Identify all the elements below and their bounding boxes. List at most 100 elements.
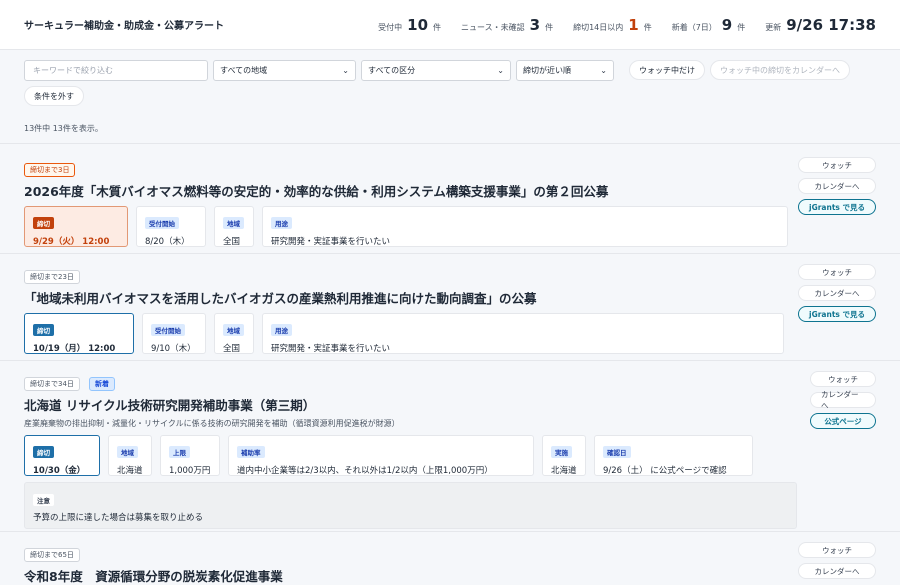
note-label: 注意: [33, 494, 54, 506]
grant-card: 締切まで23日 「地域未利用バイオマスを活用したバイオガスの産業熱利用推進に向け…: [24, 264, 884, 354]
add-to-calendar-button[interactable]: カレンダーへ: [798, 178, 876, 194]
watch-button[interactable]: ウォッチ: [798, 264, 876, 280]
box-label: 受付開始: [145, 217, 179, 229]
box-value: 9/26（土） に公式ページで確認: [603, 466, 727, 476]
start-date-box: 受付開始 9/10（木）: [142, 313, 206, 354]
box-value: 10/30（金）: [33, 466, 86, 476]
box-label: 締切: [33, 217, 54, 229]
grant-card: 締切まで3日 2026年度「木質バイオマス燃料等の安定的・効率的な供給・利用シス…: [24, 157, 884, 247]
result-count: 13件中 13件を表示。: [24, 124, 103, 133]
region-box: 地域 全国: [214, 313, 254, 354]
box-value: 研究開発・実証事業を行いたい: [271, 237, 391, 247]
box-label: 用途: [271, 324, 292, 336]
divider: [0, 253, 900, 254]
stat-value-new: 9: [721, 15, 733, 34]
box-value: 道内中小企業等は2/3以内、それ以外は1/2以内（上限1,000万円）: [237, 466, 493, 476]
category-select-value: すべての区分: [368, 65, 416, 75]
subsidy-rate-box: 補助率 道内中小企業等は2/3以内、それ以外は1/2以内（上限1,000万円）: [228, 435, 534, 476]
stat-unit-deadline: 件: [643, 22, 652, 32]
box-label: 締切: [33, 324, 54, 336]
box-label: 地域: [117, 446, 138, 458]
filter-bar: キーワードで絞り込む すべての地域 ⌄ すべての区分 ⌄ 締切が近い順 ⌄ ウォ…: [24, 59, 884, 107]
deadline-countdown-badge: 締切まで34日: [24, 377, 80, 391]
box-value: 北海道: [551, 466, 577, 476]
grant-title[interactable]: 2026年度「木質バイオマス燃料等の安定的・効率的な供給・利用システム構築支援事…: [24, 181, 884, 200]
checked-date-box: 確認日 9/26（土） に公式ページで確認: [594, 435, 753, 476]
stat-label-news: ニュース・未確認: [461, 22, 525, 32]
card-actions: ウォッチ カレンダーへ jGrants で見る: [798, 157, 876, 215]
region-select[interactable]: すべての地域 ⌄: [213, 59, 356, 81]
app-header: サーキュラー補助金・助成金・公募アラート 受付中 10 件 ニュース・未確認 3…: [0, 0, 900, 50]
note-text: 予算の上限に達した場合は募集を取り止める: [33, 513, 204, 523]
card-actions: ウォッチ カレンダーへ jGrants で見る: [798, 264, 876, 322]
stat-label-deadline: 締切14日以内: [573, 22, 624, 32]
box-label: 上限: [169, 446, 190, 458]
deadline-box: 締切 10/30（金）: [24, 435, 100, 476]
box-value: 10/19（月） 12:00: [33, 344, 116, 354]
app-title: サーキュラー補助金・助成金・公募アラート: [24, 21, 224, 32]
limit-box: 上限 1,000万円: [160, 435, 220, 476]
chevron-down-icon: ⌄: [600, 65, 607, 75]
region-box: 地域 全国: [214, 206, 254, 247]
grant-card: 締切まで65日 令和8年度 資源循環分野の脱炭素化促進事業 ウォッチ カレンダー…: [24, 542, 884, 585]
sort-select[interactable]: 締切が近い順 ⌄: [516, 59, 614, 81]
box-label: 用途: [271, 217, 292, 229]
grant-card: 締切まで34日 新着 北海道 リサイクル技術研究開発補助事業（第三期） 産業廃棄…: [24, 371, 884, 529]
add-to-calendar-button[interactable]: カレンダーへ: [810, 390, 876, 410]
box-value: 全国: [223, 237, 241, 247]
region-box: 地域 北海道: [108, 435, 152, 476]
box-value: 9/29（火） 12:00: [33, 237, 110, 247]
box-label: 地域: [223, 217, 244, 229]
watch-button[interactable]: ウォッチ: [810, 371, 876, 387]
box-label: 実施: [551, 446, 572, 458]
stat-label-open: 受付中: [378, 22, 403, 32]
stat-unit-news: 件: [545, 22, 554, 32]
box-label: 地域: [223, 324, 244, 336]
header-stats: 受付中 10 件 ニュース・未確認 3 件 締切14日以内 1 件 新着（7日）…: [378, 16, 876, 34]
category-select[interactable]: すべての区分 ⌄: [361, 59, 511, 81]
box-label: 補助率: [237, 446, 265, 458]
grant-title[interactable]: 「地域未利用バイオマスを活用したバイオガスの産業熱利用推進に向けた動向調査」の公…: [24, 288, 884, 307]
watch-button[interactable]: ウォッチ: [798, 157, 876, 173]
box-value: 8/20（木）: [145, 237, 190, 247]
updated-label: 更新: [765, 22, 782, 32]
stat-unit-new: 件: [737, 22, 746, 32]
sort-select-value: 締切が近い順: [523, 65, 571, 75]
card-actions: ウォッチ カレンダーへ 公式ページ: [810, 371, 876, 429]
purpose-box: 用途 研究開発・実証事業を行いたい: [262, 206, 788, 247]
watch-only-button[interactable]: ウォッチ中だけ: [629, 60, 705, 80]
purpose-box: 用途 研究開発・実証事業を行いたい: [262, 313, 784, 354]
add-to-calendar-button[interactable]: カレンダーへ: [798, 563, 876, 579]
region-select-value: すべての地域: [220, 65, 268, 75]
deadline-box: 締切 9/29（火） 12:00: [24, 206, 128, 247]
grant-title[interactable]: 令和8年度 資源循環分野の脱炭素化促進事業: [24, 566, 884, 585]
divider: [0, 143, 900, 144]
official-page-button[interactable]: 公式ページ: [810, 413, 876, 429]
grant-description: 産業廃棄物の排出抑制・減量化・リサイクルに係る技術の研究開発を補助（循環資源利用…: [24, 419, 400, 428]
add-to-calendar-button[interactable]: カレンダーへ: [798, 285, 876, 301]
grant-title[interactable]: 北海道 リサイクル技術研究開発補助事業（第三期）: [24, 395, 884, 414]
keyword-search-input[interactable]: キーワードで絞り込む: [24, 59, 208, 81]
stat-unit-open: 件: [433, 22, 442, 32]
deadline-box: 締切 10/19（月） 12:00: [24, 313, 134, 354]
clear-filters-button[interactable]: 条件を外す: [24, 86, 84, 106]
caution-note: 注意 予算の上限に達した場合は募集を取り止める: [24, 482, 797, 529]
jgrants-link-button[interactable]: jGrants で見る: [798, 199, 876, 215]
stat-value-news: 3: [529, 15, 541, 34]
deadline-countdown-badge: 締切まで23日: [24, 270, 80, 284]
box-value: 9/10（木）: [151, 344, 196, 354]
jgrants-link-button[interactable]: jGrants で見る: [798, 306, 876, 322]
implementer-box: 実施 北海道: [542, 435, 586, 476]
stat-label-new: 新着（7日）: [671, 22, 717, 32]
deadline-countdown-badge: 締切まで3日: [24, 163, 76, 177]
box-label: 締切: [33, 446, 54, 458]
watch-button[interactable]: ウォッチ: [798, 542, 876, 558]
updated-value: 9/26 17:38: [786, 15, 876, 34]
new-badge: 新着: [89, 377, 116, 391]
calendar-watch-button[interactable]: ウォッチ中の締切をカレンダーへ: [710, 60, 850, 80]
stat-value-deadline: 1: [628, 15, 639, 34]
box-value: 研究開発・実証事業を行いたい: [271, 344, 391, 354]
card-actions: ウォッチ カレンダーへ: [798, 542, 876, 579]
divider: [0, 531, 900, 532]
box-value: 全国: [223, 344, 241, 354]
